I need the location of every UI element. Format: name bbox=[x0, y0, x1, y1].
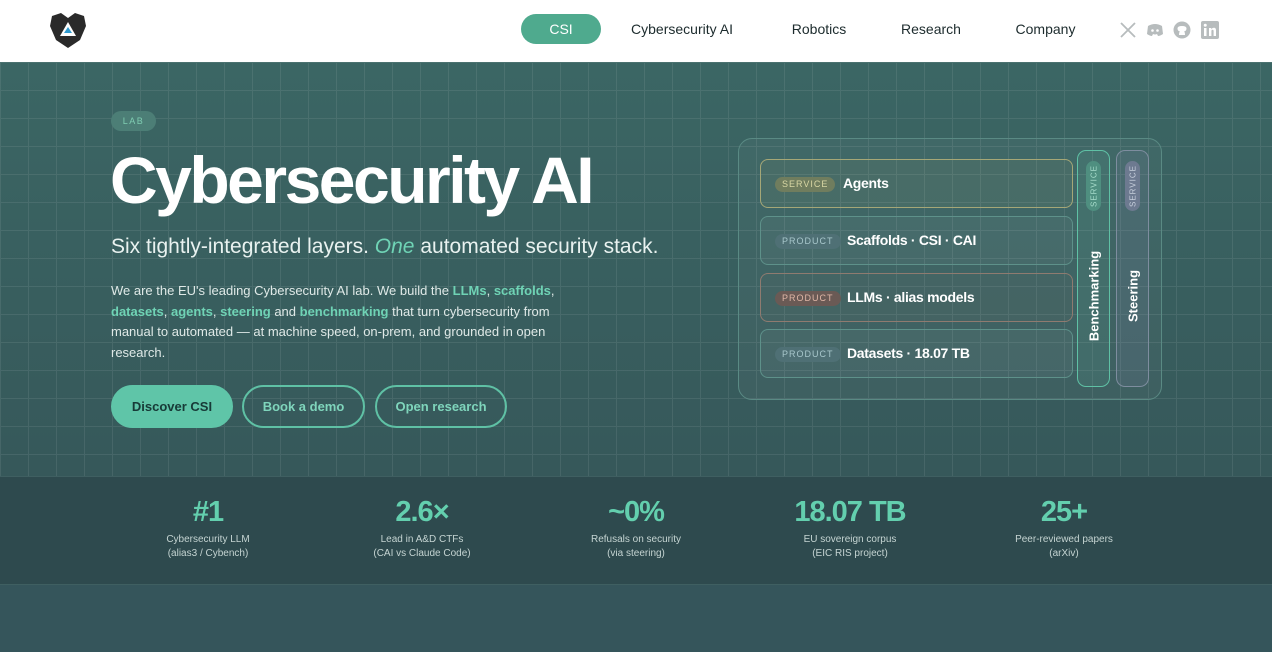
desc-highlight-llms: LLMs bbox=[452, 283, 487, 298]
stat-label: Lead in A&D CTFs bbox=[380, 534, 464, 545]
column-label: Steering bbox=[1125, 269, 1140, 323]
desc-highlight-scaffolds: scaffolds bbox=[493, 283, 551, 298]
desc-highlight-datasets: datasets bbox=[111, 303, 164, 319]
layer-name: Datasets · 18.07 TB bbox=[847, 345, 970, 361]
column-benchmarking[interactable]: SERVICE Benchmarking bbox=[1077, 150, 1110, 387]
stat-label: Peer-reviewed papers bbox=[1015, 534, 1113, 545]
stat-value: 25+ bbox=[1040, 496, 1088, 528]
hero-description: We are the EU's leading Cybersecurity AI… bbox=[111, 281, 571, 363]
stat-sublabel: (via steering) bbox=[607, 548, 665, 559]
desc-text: and bbox=[270, 303, 300, 319]
layer-tag: PRODUCT bbox=[775, 347, 841, 362]
column-tag: SERVICE bbox=[1125, 161, 1140, 211]
layer-tag: PRODUCT bbox=[775, 291, 841, 306]
stat-item: 2.6× Lead in A&D CTFs (CAI vs Claude Cod… bbox=[322, 496, 522, 561]
subtitle-text: Six tightly-integrated layers. bbox=[111, 235, 375, 258]
layer-tag: PRODUCT bbox=[775, 234, 841, 249]
column-label: Benchmarking bbox=[1086, 250, 1101, 342]
desc-highlight-benchmarking: benchmarking bbox=[299, 303, 389, 319]
subtitle-emphasis: One bbox=[374, 235, 415, 258]
book-demo-button[interactable]: Book a demo bbox=[242, 385, 365, 428]
stat-item: 25+ Peer-reviewed papers (arXiv) bbox=[964, 496, 1164, 561]
stat-item: ~0% Refusals on security (via steering) bbox=[536, 496, 736, 561]
stat-value: 2.6× bbox=[395, 496, 449, 528]
stat-sublabel: (arXiv) bbox=[1049, 548, 1079, 559]
stat-item: #1 Cybersecurity LLM (alias3 / Cybench) bbox=[108, 496, 308, 561]
desc-text: We are the EU's leading Cybersecurity AI… bbox=[111, 283, 453, 298]
stat-item: 18.07 TB EU sovereign corpus (EIC RIS pr… bbox=[750, 496, 950, 561]
page-title: Cybersecurity AI bbox=[110, 143, 595, 217]
desc-text: , bbox=[486, 283, 494, 298]
lab-badge: LAB bbox=[111, 111, 156, 131]
stat-label: EU sovereign corpus bbox=[803, 534, 897, 545]
x-icon[interactable] bbox=[1118, 20, 1138, 40]
linkedin-icon[interactable] bbox=[1200, 20, 1220, 40]
desc-highlight-agents: agents bbox=[170, 303, 213, 319]
nav-company[interactable]: Company bbox=[1005, 14, 1086, 44]
nav-robotics[interactable]: Robotics bbox=[780, 14, 858, 44]
column-tag-text: SERVICE bbox=[1089, 165, 1098, 207]
column-tag-text: SERVICE bbox=[1128, 165, 1137, 207]
discord-icon[interactable] bbox=[1145, 20, 1165, 40]
stat-label: Refusals on security bbox=[590, 534, 682, 545]
hero-subtitle: Six tightly-integrated layers. One autom… bbox=[111, 235, 658, 259]
stat-label: Cybersecurity LLM bbox=[166, 534, 250, 545]
stat-value: #1 bbox=[192, 496, 224, 528]
stat-value: 18.07 TB bbox=[794, 496, 906, 528]
desc-text: , bbox=[163, 303, 171, 319]
stat-sublabel: (alias3 / Cybench) bbox=[167, 548, 249, 559]
stat-value: ~0% bbox=[608, 496, 665, 528]
subtitle-text-end: automated security stack. bbox=[414, 235, 659, 258]
layer-tag: SERVICE bbox=[775, 177, 836, 192]
layer-scaffolds[interactable]: PRODUCT Scaffolds · CSI · CAI bbox=[760, 216, 1073, 265]
nav-research[interactable]: Research bbox=[891, 14, 971, 44]
column-steering[interactable]: SERVICE Steering bbox=[1116, 150, 1149, 387]
stat-sublabel: (CAI vs Claude Code) bbox=[373, 548, 471, 559]
nav-csi[interactable]: CSI bbox=[521, 14, 601, 44]
layer-datasets[interactable]: PRODUCT Datasets · 18.07 TB bbox=[760, 329, 1073, 378]
layer-name: Agents bbox=[843, 175, 889, 191]
nav-cybersecurity-ai[interactable]: Cybersecurity AI bbox=[618, 14, 746, 44]
column-tag: SERVICE bbox=[1086, 161, 1101, 211]
desc-highlight-steering: steering bbox=[220, 303, 271, 319]
stat-sublabel: (EIC RIS project) bbox=[812, 548, 888, 559]
github-icon[interactable] bbox=[1172, 20, 1192, 40]
desc-text: , bbox=[550, 283, 555, 298]
next-section bbox=[0, 585, 1272, 652]
layer-llms[interactable]: PRODUCT LLMs · alias models bbox=[760, 273, 1073, 322]
discover-csi-button[interactable]: Discover CSI bbox=[111, 385, 233, 428]
layer-name: LLMs · alias models bbox=[847, 289, 975, 305]
logo-icon[interactable] bbox=[48, 10, 88, 50]
open-research-button[interactable]: Open research bbox=[375, 385, 507, 428]
layer-name: Scaffolds · CSI · CAI bbox=[847, 232, 977, 248]
layer-agents[interactable]: SERVICE Agents bbox=[760, 159, 1073, 208]
